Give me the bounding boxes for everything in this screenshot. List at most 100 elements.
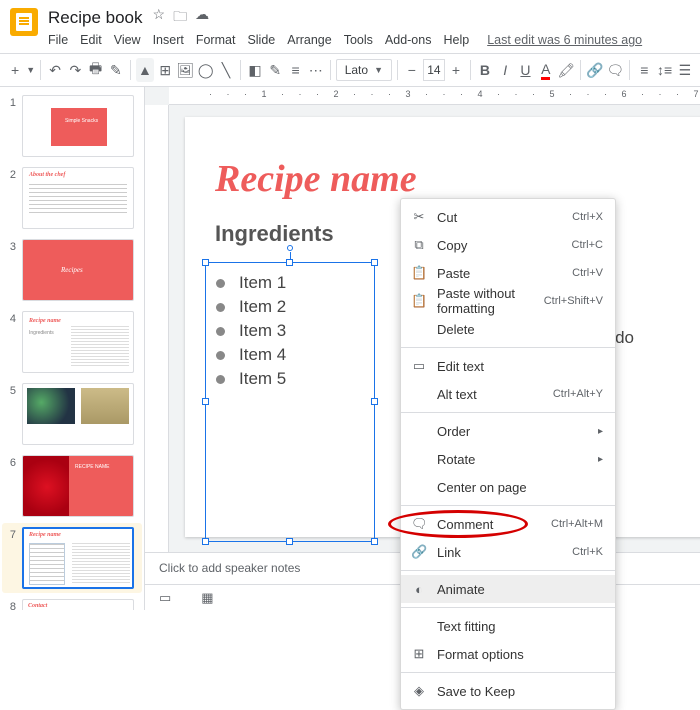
ctx-order[interactable]: Order▸ <box>401 417 615 445</box>
cut-icon: ✂ <box>411 209 427 225</box>
fill-color-button[interactable]: ◧ <box>246 58 264 82</box>
comment-button[interactable]: 🗨 <box>606 58 624 82</box>
textbox-tool[interactable]: ⊞ <box>156 58 174 82</box>
bullet-icon <box>216 351 225 360</box>
ctx-format-options[interactable]: ⊞Format options <box>401 640 615 668</box>
context-menu: ✂CutCtrl+X ⧉CopyCtrl+C 📋PasteCtrl+V 📋Pas… <box>400 198 616 710</box>
undo-button[interactable]: ↶ <box>46 58 64 82</box>
shape-tool[interactable]: ◯ <box>197 58 215 82</box>
slide-thumb-8[interactable]: Contact <box>22 599 134 610</box>
line-tool[interactable]: ╲ <box>217 58 235 82</box>
list-item[interactable]: Item 2 <box>216 297 364 317</box>
link-button[interactable]: 🔗 <box>586 58 604 82</box>
comment-icon: 🗨 <box>411 516 427 532</box>
text-color-button[interactable]: A <box>537 58 555 82</box>
toolbar: +▼ ↶ ↷ 🖶 ✎ ▲ ⊞ 🖼 ◯ ╲ ◧ ✎ ≡ ⋯ Lato▼ − 14 … <box>0 53 700 87</box>
last-edit-status[interactable]: Last edit was 6 minutes ago <box>487 33 642 47</box>
bold-button[interactable]: B <box>476 58 494 82</box>
bullet-icon <box>216 303 225 312</box>
list-item[interactable]: Item 4 <box>216 345 364 365</box>
spacing-button[interactable]: ↕≡ <box>655 58 673 82</box>
slide-thumb-2[interactable]: About the chef <box>22 167 134 229</box>
print-button[interactable]: 🖶 <box>86 58 104 82</box>
resize-handle[interactable] <box>202 538 209 545</box>
slide-thumb-5[interactable] <box>22 383 134 445</box>
slide-thumb-6[interactable]: RECIPE NAME <box>22 455 134 517</box>
list-button[interactable]: ☰ <box>676 58 694 82</box>
font-selector[interactable]: Lato▼ <box>336 59 392 81</box>
paste-icon: 📋 <box>411 293 427 309</box>
ctx-paste-plain[interactable]: 📋Paste without formattingCtrl+Shift+V <box>401 287 615 315</box>
ctx-animate[interactable]: ◐Animate <box>401 575 615 603</box>
resize-handle[interactable] <box>371 398 378 405</box>
list-item[interactable]: Item 1 <box>216 273 364 293</box>
menu-edit[interactable]: Edit <box>80 33 102 47</box>
menu-addons[interactable]: Add-ons <box>385 33 432 47</box>
grid-view-icon[interactable]: ▦ <box>201 590 213 606</box>
resize-handle[interactable] <box>202 398 209 405</box>
list-item[interactable]: Item 5 <box>216 369 364 389</box>
menu-view[interactable]: View <box>114 33 141 47</box>
document-title[interactable]: Recipe book <box>48 8 143 28</box>
font-size-minus[interactable]: − <box>403 58 421 82</box>
ctx-text-fitting[interactable]: Text fitting <box>401 612 615 640</box>
highlight-button[interactable]: 🖍 <box>557 58 575 82</box>
italic-button[interactable]: I <box>496 58 514 82</box>
slide-thumb-1[interactable]: Simple Snacks <box>22 95 134 157</box>
select-tool[interactable]: ▲ <box>136 58 154 82</box>
slide-thumb-3[interactable]: Recipes <box>22 239 134 301</box>
border-weight-button[interactable]: ≡ <box>286 58 304 82</box>
resize-handle[interactable] <box>286 259 293 266</box>
menu-format[interactable]: Format <box>196 33 236 47</box>
ctx-rotate[interactable]: Rotate▸ <box>401 445 615 473</box>
ctx-alt-text[interactable]: Alt textCtrl+Alt+Y <box>401 380 615 408</box>
ctx-delete[interactable]: Delete <box>401 315 615 343</box>
font-size-plus[interactable]: + <box>447 58 465 82</box>
ctx-cut[interactable]: ✂CutCtrl+X <box>401 203 615 231</box>
star-icon[interactable]: ☆ <box>153 6 166 30</box>
menu-file[interactable]: File <box>48 33 68 47</box>
edit-text-icon: ▭ <box>411 358 427 374</box>
slide-thumb-4[interactable]: Recipe nameIngredients <box>22 311 134 373</box>
resize-handle[interactable] <box>286 538 293 545</box>
slide-title[interactable]: Recipe name <box>215 157 700 201</box>
link-icon: 🔗 <box>411 544 427 560</box>
list-item[interactable]: Item 3 <box>216 321 364 341</box>
ctx-edit-text[interactable]: ▭Edit text <box>401 352 615 380</box>
slide-thumb-7[interactable]: Recipe name <box>22 527 134 589</box>
redo-button[interactable]: ↷ <box>66 58 84 82</box>
ctx-comment[interactable]: 🗨CommentCtrl+Alt+M <box>401 510 615 538</box>
ctx-save-keep[interactable]: ◈Save to Keep <box>401 677 615 705</box>
resize-handle[interactable] <box>202 259 209 266</box>
ctx-center[interactable]: Center on page <box>401 473 615 501</box>
new-slide-button[interactable]: + <box>6 58 24 82</box>
thumbnail-panel[interactable]: 1Simple Snacks 2About the chef 3Recipes … <box>0 87 145 610</box>
submenu-arrow-icon: ▸ <box>598 426 603 437</box>
menu-insert[interactable]: Insert <box>153 33 184 47</box>
move-icon[interactable]: 🗀 <box>173 6 187 30</box>
resize-handle[interactable] <box>371 259 378 266</box>
rotate-handle[interactable] <box>287 245 293 251</box>
underline-button[interactable]: U <box>516 58 534 82</box>
filmstrip-view-icon[interactable]: ▭ <box>159 590 171 606</box>
ctx-copy[interactable]: ⧉CopyCtrl+C <box>401 231 615 259</box>
bullet-icon <box>216 327 225 336</box>
cloud-icon[interactable]: ☁ <box>195 6 209 30</box>
selected-textbox[interactable]: Item 1 Item 2 Item 3 Item 4 Item 5 <box>205 262 375 542</box>
slides-logo[interactable] <box>10 8 38 36</box>
font-size-input[interactable]: 14 <box>423 59 445 81</box>
align-button[interactable]: ≡ <box>635 58 653 82</box>
paint-format-button[interactable]: ✎ <box>107 58 125 82</box>
menu-arrange[interactable]: Arrange <box>287 33 331 47</box>
header: Recipe book ☆ 🗀 ☁ File Edit View Insert … <box>0 0 700 47</box>
resize-handle[interactable] <box>371 538 378 545</box>
ctx-link[interactable]: 🔗LinkCtrl+K <box>401 538 615 566</box>
menu-tools[interactable]: Tools <box>344 33 373 47</box>
menu-slide[interactable]: Slide <box>247 33 275 47</box>
border-color-button[interactable]: ✎ <box>266 58 284 82</box>
format-options-icon: ⊞ <box>411 646 427 662</box>
border-dash-button[interactable]: ⋯ <box>307 58 325 82</box>
menu-help[interactable]: Help <box>443 33 469 47</box>
ctx-paste[interactable]: 📋PasteCtrl+V <box>401 259 615 287</box>
image-tool[interactable]: 🖼 <box>176 58 194 82</box>
